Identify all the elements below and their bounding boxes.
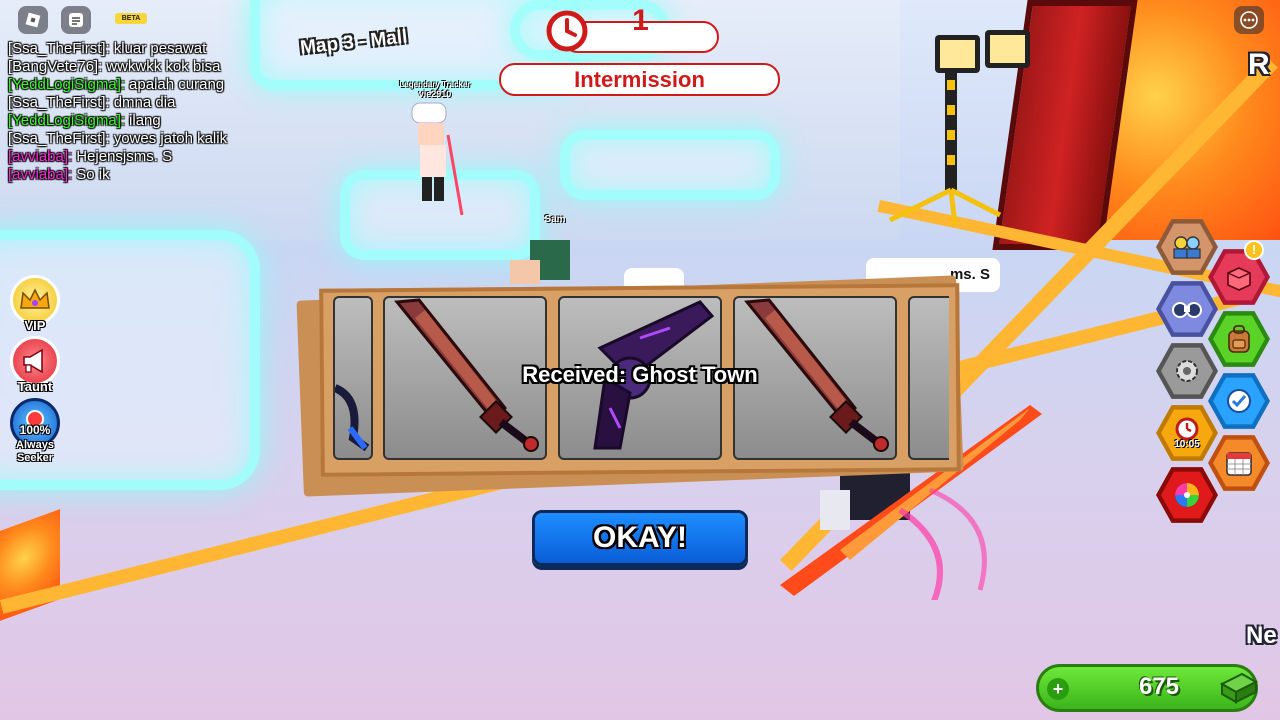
chat-toggle-button[interactable] bbox=[61, 6, 91, 34]
megaphone-icon bbox=[23, 348, 43, 374]
reward-dialog: Received: Ghost Town bbox=[296, 266, 980, 497]
always-seeker-button[interactable]: 100% Always Seeker bbox=[10, 398, 60, 465]
seeker-sublabel: Seeker bbox=[16, 452, 54, 464]
chat-username[interactable]: [Ssa_TheFirst]: bbox=[8, 130, 110, 147]
chat-text: So ik bbox=[76, 166, 110, 183]
chat-text: kluar pesawat bbox=[113, 40, 207, 57]
chat-message: [avviaba]: Hejensjsms. S bbox=[8, 148, 308, 166]
chat-text: dmna dia bbox=[113, 94, 176, 111]
seeker-percent: 100% bbox=[19, 423, 51, 437]
more-options-button[interactable] bbox=[1234, 6, 1264, 34]
notification-badge-icon: ! bbox=[1244, 240, 1264, 260]
taunt-label: Taunt bbox=[17, 379, 53, 394]
chat-username[interactable]: [BangVete76]: bbox=[8, 58, 102, 75]
chat-username[interactable]: [avviaba]: bbox=[8, 166, 72, 183]
calendar-icon bbox=[1226, 452, 1252, 476]
chat-text: apalah curang bbox=[129, 76, 225, 93]
roblox-menu-button[interactable] bbox=[18, 6, 48, 34]
chat-message: [YeddLogiSigma]: ilang bbox=[8, 112, 308, 130]
chat-icon bbox=[69, 13, 83, 27]
cash-stack-icon bbox=[1219, 672, 1258, 704]
daily-timer: 10:05 bbox=[1174, 438, 1200, 450]
received-item-text: Received: Ghost Town bbox=[522, 362, 758, 387]
currency-amount: 675 bbox=[1138, 673, 1180, 700]
binoculars-icon bbox=[1172, 302, 1202, 318]
chat-username[interactable]: [avviaba]: bbox=[8, 148, 72, 165]
other-player-nametag: Sam bbox=[544, 214, 566, 225]
chat-text: Hejensjsms. S bbox=[76, 148, 173, 165]
edge-text: R bbox=[1248, 48, 1270, 81]
chat-text: ilang bbox=[129, 112, 161, 129]
edge-text: Ne bbox=[1246, 622, 1277, 649]
seeker-label: Always bbox=[16, 439, 54, 451]
player-title: Legendary Tracker bbox=[399, 80, 471, 89]
buy-currency-button[interactable]: + bbox=[1047, 678, 1069, 700]
chat-message: [Ssa_TheFirst]: dmna dia bbox=[8, 94, 308, 112]
chat-username[interactable]: [Ssa_TheFirst]: bbox=[8, 40, 110, 57]
chat-message: [BangVete76]: wwkwkk kok bisa bbox=[8, 58, 308, 76]
shop-box-icon bbox=[1227, 267, 1251, 291]
vip-label: VIP bbox=[24, 318, 46, 333]
color-wheel-icon bbox=[1175, 483, 1199, 507]
gear-icon bbox=[1176, 360, 1198, 382]
more-icon bbox=[1240, 11, 1258, 29]
backpack-icon bbox=[1228, 325, 1250, 353]
beta-badge: BETA bbox=[115, 13, 147, 24]
timer-value: 1 bbox=[632, 4, 649, 37]
okay-button[interactable]: OKAY! bbox=[532, 510, 748, 566]
taunt-button[interactable]: Taunt bbox=[10, 336, 60, 393]
chat-log: [Ssa_TheFirst]: kluar pesawat [BangVete76]… bbox=[8, 40, 308, 184]
player-nametag: vie2910 bbox=[418, 89, 452, 99]
glow-platform bbox=[560, 130, 780, 200]
chat-message: [Ssa_TheFirst]: yowes jatoh kalik bbox=[8, 130, 308, 148]
roblox-logo-icon bbox=[25, 12, 41, 28]
round-status: Intermission bbox=[499, 63, 780, 96]
clock-icon bbox=[546, 10, 588, 52]
checkmark-icon bbox=[1227, 389, 1251, 413]
chat-message: [avviaba]: So ik bbox=[8, 166, 308, 184]
light-stand bbox=[888, 30, 1030, 226]
chat-username[interactable]: [YeddLogiSigma]: bbox=[8, 76, 125, 93]
chat-username[interactable]: [YeddLogiSigma]: bbox=[8, 112, 125, 129]
crown-icon bbox=[20, 288, 50, 309]
chat-username[interactable]: [Ssa_TheFirst]: bbox=[8, 94, 110, 111]
chat-text: wwkwkk kok bisa bbox=[106, 58, 221, 75]
chat-message: [Ssa_TheFirst]: kluar pesawat bbox=[8, 40, 308, 58]
friends-icon bbox=[1173, 236, 1201, 259]
chat-message: [YeddLogiSigma]: apalah curang bbox=[8, 76, 308, 94]
vip-button[interactable]: VIP bbox=[10, 275, 60, 332]
player-avatar bbox=[411, 102, 464, 215]
chat-text: yowes jatoh kalik bbox=[113, 130, 228, 147]
timer-clock-icon bbox=[1175, 417, 1199, 440]
